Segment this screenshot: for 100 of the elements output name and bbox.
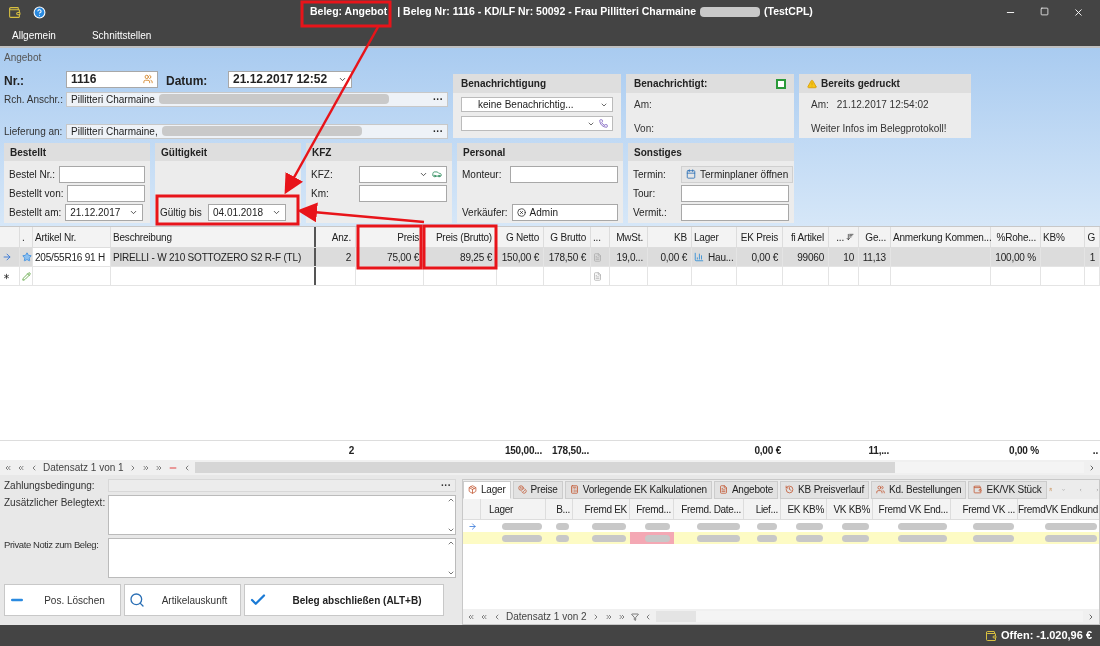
date-dropdown[interactable]: 21.12.2017 bbox=[65, 203, 144, 221]
detail-tab[interactable]: KB Preisverlauf bbox=[780, 480, 870, 499]
menu-item[interactable]: Allgemein bbox=[12, 27, 56, 43]
notified-checkbox[interactable] bbox=[776, 78, 786, 89]
text-area[interactable] bbox=[108, 538, 456, 578]
column-header[interactable]: G Brutto bbox=[550, 229, 586, 245]
action-button[interactable]: Pos. Löschen bbox=[4, 584, 121, 616]
scroll-up-icon[interactable] bbox=[447, 539, 455, 547]
sort-icon[interactable] bbox=[846, 233, 854, 241]
input-field[interactable] bbox=[681, 203, 789, 221]
user-field[interactable]: Admin bbox=[511, 203, 618, 221]
detail-tab[interactable]: Angebote bbox=[713, 480, 779, 499]
previous-page-icon[interactable] bbox=[17, 463, 25, 472]
scroll-down-icon[interactable] bbox=[447, 526, 455, 534]
scroll-right-icon[interactable] bbox=[1087, 612, 1095, 621]
column-header[interactable]: %Rohe... bbox=[996, 229, 1036, 245]
date-dropdown[interactable]: 04.01.2018 bbox=[208, 203, 286, 221]
column-header[interactable]: Fremd VK End... bbox=[878, 501, 948, 517]
blurred-text bbox=[1044, 534, 1097, 542]
input-field[interactable] bbox=[681, 184, 789, 202]
column-header[interactable]: fi Artikel bbox=[791, 229, 824, 245]
action-button[interactable]: Artikelauskunft bbox=[124, 584, 241, 616]
column-header[interactable]: ... bbox=[593, 229, 601, 245]
address-field[interactable]: Pillitteri Charmaine ··· bbox=[66, 91, 448, 107]
column-header[interactable]: MwSt. bbox=[616, 229, 643, 245]
column-header[interactable]: Fremd EK bbox=[584, 501, 627, 517]
column-header[interactable]: Artikel Nr. bbox=[35, 229, 77, 245]
payment-terms-field[interactable]: ··· bbox=[108, 479, 456, 492]
field-label: Verkäufer: bbox=[462, 205, 508, 220]
scroll-down-icon[interactable] bbox=[447, 569, 455, 577]
help-icon[interactable] bbox=[33, 5, 46, 19]
table-row[interactable] bbox=[463, 532, 1099, 544]
scroll-right-icon[interactable] bbox=[1088, 463, 1096, 472]
column-header[interactable]: Preis bbox=[397, 229, 419, 245]
column-header[interactable]: Anz. bbox=[331, 229, 351, 245]
last-record-icon[interactable] bbox=[154, 463, 163, 472]
column-header[interactable]: FremdVK Endkund bbox=[1018, 501, 1098, 517]
address-field[interactable]: Pillitteri Charmaine, ··· bbox=[66, 123, 448, 139]
input-field[interactable] bbox=[67, 184, 145, 202]
column-header[interactable]: Fremd VK ... bbox=[962, 501, 1015, 517]
input-field[interactable] bbox=[59, 165, 145, 183]
horizontal-scrollbar[interactable] bbox=[194, 462, 1084, 473]
column-header[interactable]: EK Preis bbox=[740, 229, 778, 245]
detail-tab[interactable]: Preise bbox=[512, 480, 563, 499]
scheduler-button[interactable]: Terminplaner öffnen bbox=[681, 165, 794, 183]
dropdown-field[interactable] bbox=[359, 165, 447, 183]
table-row[interactable]: 205/55R16 91 H PIRELLI - W 210 SOTTOZERO S2 R-F (TL) 2 75,00 € 89,25 € 150,00 € 178,50 € 19,0... 0,00 € Hau... 0,00 € 99060 10 11,13 100,00 % 1 bbox=[0, 248, 1100, 267]
column-header[interactable]: EK KB% bbox=[787, 501, 824, 517]
column-header[interactable]: G Netto bbox=[505, 229, 539, 245]
column-header[interactable]: . bbox=[22, 229, 25, 245]
input-field[interactable] bbox=[359, 184, 447, 202]
detail-tab[interactable]: Kd. Bestellungen bbox=[871, 480, 967, 499]
next-page-icon[interactable] bbox=[141, 463, 150, 472]
table-row[interactable] bbox=[0, 267, 1100, 286]
notification-dropdown[interactable]: keine Benachrichtig... bbox=[461, 97, 613, 112]
scroll-up-icon[interactable] bbox=[447, 496, 455, 504]
column-header[interactable]: Fremd. Date... bbox=[681, 501, 741, 517]
filter-icon[interactable] bbox=[630, 612, 639, 621]
table-cell-text: 99060 bbox=[797, 250, 824, 265]
column-header[interactable]: ... bbox=[836, 229, 844, 245]
column-header[interactable]: KB bbox=[674, 229, 687, 245]
column-header[interactable]: KB% bbox=[1043, 229, 1065, 245]
action-button[interactable]: Beleg abschließen (ALT+B) bbox=[244, 584, 444, 616]
column-header[interactable]: Lager bbox=[694, 229, 719, 245]
contact-dropdown[interactable] bbox=[461, 116, 613, 131]
table-cell-text: 10 bbox=[843, 250, 854, 265]
detail-tab[interactable]: Lager bbox=[463, 480, 511, 499]
blurred-text bbox=[502, 522, 542, 530]
column-header[interactable]: VK KB% bbox=[833, 501, 870, 517]
detail-tab[interactable]: Vorlegende EK Kalkulationen bbox=[564, 480, 712, 499]
column-header[interactable]: Preis (Brutto) bbox=[435, 229, 492, 245]
menu-item[interactable]: Schnittstellen bbox=[91, 27, 152, 43]
first-record-icon[interactable] bbox=[4, 463, 12, 472]
first-record-icon[interactable] bbox=[467, 612, 475, 621]
column-header[interactable]: B... bbox=[556, 501, 570, 517]
column-header[interactable]: Ge... bbox=[865, 229, 886, 245]
column-header[interactable]: Anmerkung Kommen... bbox=[893, 229, 992, 245]
column-header[interactable]: Beschreibung bbox=[113, 229, 172, 245]
tab-icon bbox=[569, 485, 579, 494]
column-header[interactable]: Fremd... bbox=[636, 501, 671, 517]
more-button[interactable]: ··· bbox=[433, 123, 443, 139]
column-header[interactable]: G bbox=[1087, 229, 1095, 245]
column-header[interactable]: Lief... bbox=[755, 501, 778, 517]
last-record-icon[interactable] bbox=[617, 612, 626, 621]
maximize-icon[interactable] bbox=[1040, 6, 1049, 16]
highlight-frame bbox=[356, 224, 423, 270]
warning-icon bbox=[807, 78, 817, 89]
text-area[interactable] bbox=[108, 495, 456, 535]
previous-record-icon[interactable] bbox=[30, 463, 38, 472]
close-icon[interactable] bbox=[1073, 6, 1084, 18]
previous-record-icon[interactable] bbox=[493, 612, 501, 621]
more-button[interactable]: ··· bbox=[441, 478, 451, 493]
detail-tab[interactable]: EK/VK Stück bbox=[968, 480, 1047, 499]
input-field[interactable] bbox=[510, 165, 618, 183]
more-button[interactable]: ··· bbox=[433, 91, 443, 107]
column-header[interactable]: Lager bbox=[489, 501, 514, 517]
number-field[interactable]: 1116 bbox=[66, 70, 158, 88]
next-page-icon[interactable] bbox=[604, 612, 613, 621]
previous-page-icon[interactable] bbox=[480, 612, 488, 621]
date-dropdown[interactable]: 21.12.2017 12:52 bbox=[228, 70, 352, 88]
